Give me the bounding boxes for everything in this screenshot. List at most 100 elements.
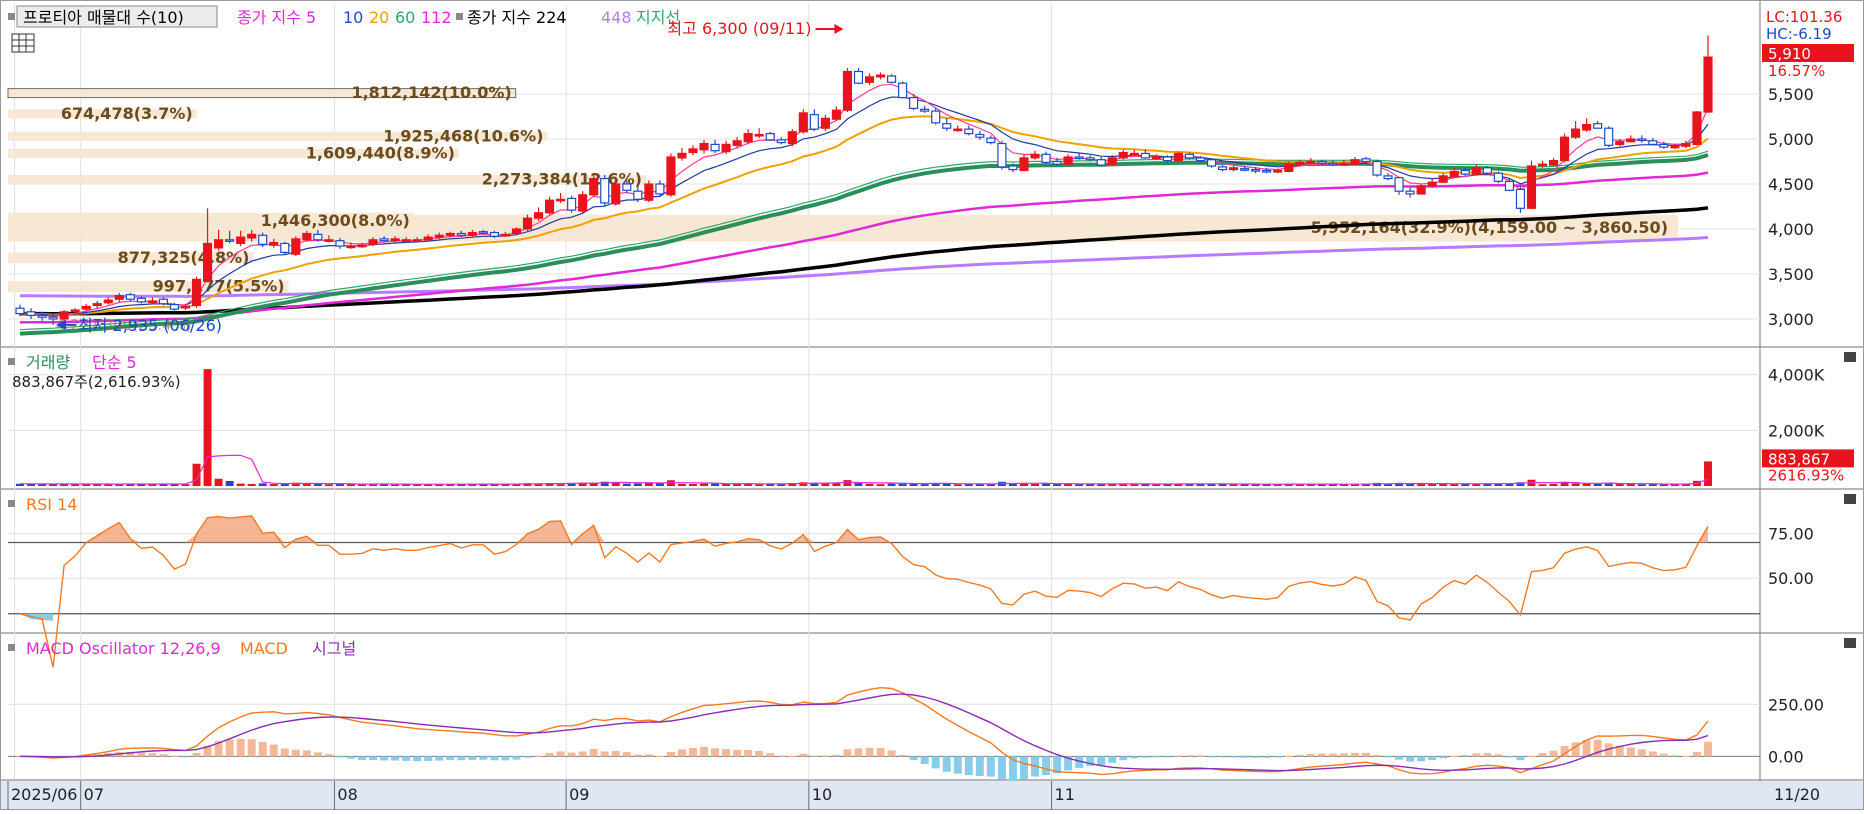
candle-body[interactable] [997,142,1007,168]
candle-body[interactable] [533,212,544,219]
candle-body[interactable] [1262,169,1272,173]
candle-body[interactable] [909,96,919,109]
candle-body[interactable] [169,304,180,310]
price-legend-item[interactable]: 60 [395,8,415,27]
volume-bar[interactable] [1538,484,1547,486]
macd-oscillator-bar[interactable] [1494,754,1503,757]
candle-body[interactable] [1019,157,1029,172]
macd-oscillator-bar[interactable] [865,747,874,757]
candle-body[interactable] [202,242,213,282]
candle-body[interactable] [1681,142,1691,147]
macd-oscillator-bar[interactable] [755,750,764,757]
macd-oscillator-bar[interactable] [1406,756,1415,762]
chart-canvas[interactable]: 5,952,164(32.9%)(4,159.00 ~ 3,860.50)2,2… [0,0,1864,810]
price-legend-item[interactable]: 112 [421,8,452,27]
candle-body[interactable] [1648,140,1658,146]
volume-bar[interactable] [1031,483,1039,486]
candle-body[interactable] [225,239,235,242]
macd-oscillator-bar[interactable] [567,752,576,757]
candle[interactable] [158,297,168,306]
candle-body[interactable] [1140,152,1150,159]
candle-body[interactable] [1659,143,1669,148]
candle-body[interactable] [688,148,698,154]
candle-body[interactable] [1074,156,1084,160]
volume-bar[interactable] [942,483,951,486]
candle-body[interactable] [710,143,720,152]
macd-oscillator-bar[interactable] [1119,756,1128,761]
macd-oscillator-bar[interactable] [1670,755,1679,757]
candle-body[interactable] [1085,157,1095,161]
macd-oscillator-bar[interactable] [1218,756,1227,758]
volume-bar[interactable] [689,483,697,486]
macd-oscillator-bar[interactable] [324,754,333,757]
candle-body[interactable] [1372,160,1382,176]
macd-oscillator-bar[interactable] [1317,753,1326,757]
macd-oscillator-bar[interactable] [291,749,300,757]
macd-oscillator-bar[interactable] [236,738,245,757]
macd-oscillator-bar[interactable] [931,756,940,769]
macd-oscillator-bar[interactable] [1704,741,1712,757]
macd-oscillator-bar[interactable] [435,756,444,761]
macd-oscillator-bar[interactable] [413,756,422,762]
macd-oscillator-bar[interactable] [1130,756,1139,759]
macd-oscillator-bar[interactable] [369,756,378,761]
candle-body[interactable] [1251,169,1261,172]
candle-body[interactable] [1604,127,1614,146]
candle[interactable] [798,109,808,134]
candle-body[interactable] [236,236,246,245]
macd-oscillator-bar[interactable] [600,751,609,757]
volume-bar[interactable] [1130,484,1139,486]
candle-body[interactable] [103,299,113,304]
volume-bar[interactable] [854,483,863,486]
macd-oscillator-bar[interactable] [335,756,344,758]
candle-body[interactable] [578,194,588,212]
candle-body[interactable] [544,199,555,214]
candle[interactable] [567,195,577,213]
volume-bar[interactable] [203,369,212,486]
macd-oscillator-bar[interactable] [975,756,984,776]
macd-oscillator-bar[interactable] [711,748,720,757]
macd-oscillator-bar[interactable] [611,750,620,757]
candle-body[interactable] [942,123,952,129]
candle-body[interactable] [158,298,168,305]
macd-oscillator-bar[interactable] [1141,756,1150,758]
candle-body[interactable] [214,239,224,249]
macd-oscillator-bar[interactable] [799,753,808,757]
candle-body[interactable] [1515,188,1526,209]
macd-oscillator-bar[interactable] [666,752,675,757]
candle-body[interactable] [357,244,367,248]
macd-oscillator-bar[interactable] [1240,756,1249,758]
candle[interactable] [291,236,301,256]
macd-oscillator-bar[interactable] [964,756,973,776]
macd-oscillator-bar[interactable] [490,756,499,761]
candle-body[interactable] [258,234,268,245]
candle-body[interactable] [1460,169,1470,175]
candle-body[interactable] [1537,163,1548,167]
price-legend-item[interactable]: 20 [369,8,389,27]
macd-oscillator-bar[interactable] [1450,756,1459,758]
macd-oscillator-bar[interactable] [1174,755,1183,757]
candle-body[interactable] [1670,145,1680,149]
candle-body[interactable] [1328,162,1338,166]
macd-oscillator-bar[interactable] [854,748,863,757]
volume-bar[interactable] [655,483,664,486]
macd-oscillator-bar[interactable] [181,756,190,758]
candle-body[interactable] [1273,169,1283,173]
candle-body[interactable] [931,110,941,124]
macd-oscillator-bar[interactable] [810,755,819,757]
candle-body[interactable] [1107,157,1117,165]
candle-body[interactable] [1482,167,1492,174]
candle-body[interactable] [644,183,654,201]
candle[interactable] [1493,171,1503,184]
candle-body[interactable] [699,142,709,151]
candle-body[interactable] [489,232,499,237]
close-panel-icon[interactable] [1844,352,1856,362]
candle[interactable] [600,175,610,206]
candle[interactable] [1206,158,1217,168]
volume-bar[interactable] [1053,484,1062,486]
candle-body[interactable] [887,75,897,83]
candle-body[interactable] [1184,153,1195,159]
candle-body[interactable] [445,232,455,236]
close-panel-icon[interactable] [1844,638,1856,648]
candle-body[interactable] [732,140,742,146]
